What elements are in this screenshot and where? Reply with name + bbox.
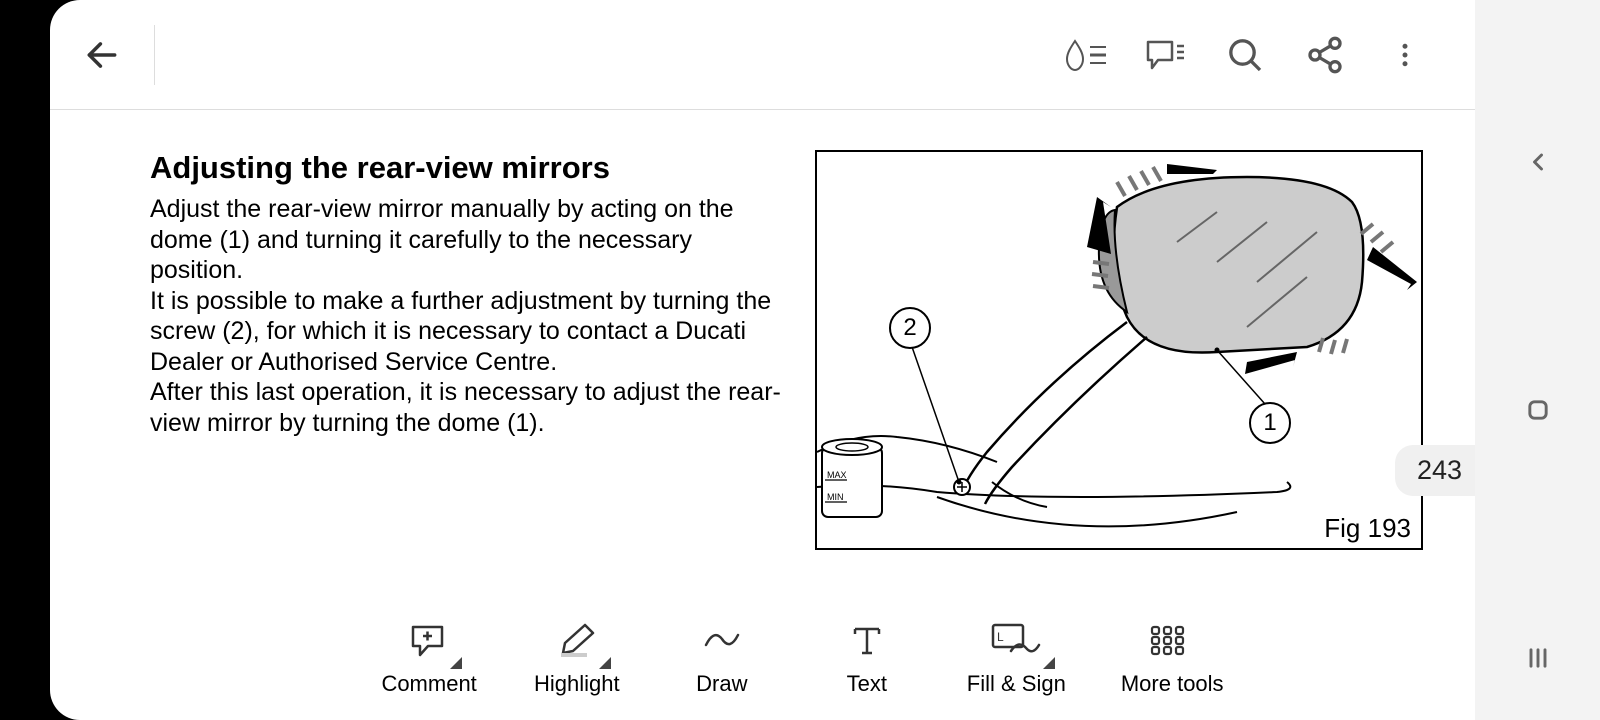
more-options-button[interactable] (1365, 30, 1445, 80)
highlight-tool-icon (555, 621, 599, 659)
paragraph: After this last operation, it is necessa… (150, 377, 785, 438)
svg-text:L: L (997, 630, 1004, 644)
figure-caption: Fig 193 (1324, 513, 1411, 544)
comment-button[interactable] (1125, 30, 1205, 80)
tool-label: Text (847, 671, 887, 697)
tool-label: Comment (381, 671, 476, 697)
bottom-toolbar: Comment Highlight Draw (50, 595, 1475, 720)
tool-label: Fill & Sign (967, 671, 1066, 697)
tool-label: Draw (696, 671, 747, 697)
share-button[interactable] (1285, 30, 1365, 80)
nav-recents-button[interactable] (1516, 636, 1560, 680)
mirror-diagram-icon: MAX MIN (817, 152, 1421, 548)
draw-tool-icon (700, 623, 744, 657)
kebab-menu-icon (1390, 35, 1420, 75)
text-tool-icon (849, 623, 885, 657)
recents-icon (1524, 644, 1552, 672)
comment-icon (1144, 36, 1186, 74)
toolbar-divider (154, 25, 155, 85)
callout-1: 1 (1249, 402, 1291, 444)
paragraph: Adjust the rear-view mirror manually by … (150, 194, 785, 286)
text-tool-button[interactable]: Text (822, 619, 912, 697)
draw-tool-button[interactable]: Draw (677, 619, 767, 697)
comment-tool-button[interactable]: Comment (381, 619, 476, 697)
chevron-left-icon (1524, 148, 1552, 176)
search-button[interactable] (1205, 30, 1285, 80)
svg-text:MIN: MIN (827, 492, 844, 502)
page-number-badge[interactable]: 243 (1395, 445, 1475, 496)
liquid-mode-icon (1062, 35, 1108, 75)
highlight-tool-button[interactable]: Highlight (532, 619, 622, 697)
liquid-mode-button[interactable] (1045, 30, 1125, 80)
fill-sign-tool-button[interactable]: L Fill & Sign (967, 619, 1066, 697)
back-button[interactable] (80, 33, 124, 77)
callout-2: 2 (889, 307, 931, 349)
nav-home-button[interactable] (1516, 388, 1560, 432)
search-icon (1225, 35, 1265, 75)
nav-back-button[interactable] (1516, 140, 1560, 184)
svg-text:MAX: MAX (827, 470, 847, 480)
arrow-left-icon (83, 36, 121, 74)
more-tools-button[interactable]: More tools (1121, 619, 1224, 697)
tool-label: More tools (1121, 671, 1224, 697)
home-square-icon (1524, 396, 1552, 424)
comment-tool-icon (408, 622, 450, 658)
document-page[interactable]: Adjusting the rear-view mirrors Adjust t… (50, 110, 1475, 595)
fill-sign-tool-icon: L (989, 621, 1043, 659)
paragraph: It is possible to make a further adjustm… (150, 286, 785, 378)
tool-label: Highlight (534, 671, 620, 697)
system-nav-bar (1475, 0, 1600, 720)
more-tools-icon (1148, 623, 1196, 657)
share-icon (1305, 35, 1345, 75)
section-heading: Adjusting the rear-view mirrors (150, 150, 785, 186)
figure: MAX MIN 2 1 Fig 193 (815, 150, 1423, 550)
